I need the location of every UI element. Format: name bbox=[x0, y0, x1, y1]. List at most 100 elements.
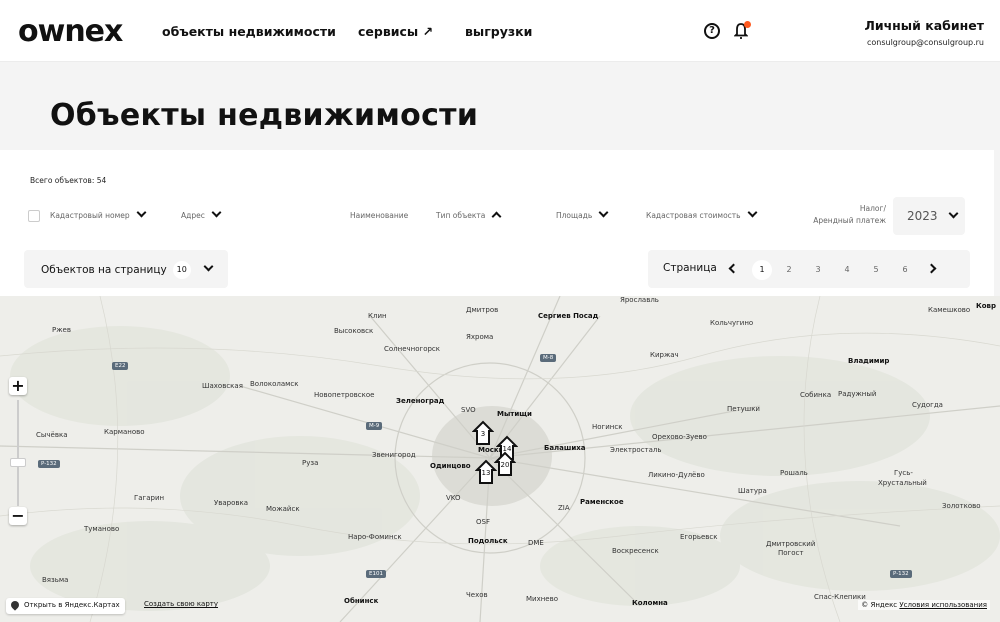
page-label: Страница bbox=[663, 262, 717, 274]
terms-link[interactable]: Условия использования bbox=[899, 601, 987, 609]
nav-services[interactable]: сервисы ↗ bbox=[358, 24, 433, 39]
page-4[interactable]: 4 bbox=[837, 260, 857, 280]
zoom-in-button[interactable]: + bbox=[9, 377, 27, 395]
chevron-down-icon bbox=[948, 208, 958, 219]
city-label: Судогда bbox=[912, 401, 943, 409]
select-all-checkbox[interactable] bbox=[28, 210, 40, 222]
city-label: Кармановo bbox=[104, 428, 145, 436]
account-email: consulgroup@consulgroup.ru bbox=[866, 38, 984, 47]
filter-name[interactable]: Наименование bbox=[350, 211, 408, 220]
city-label: Сычёвка bbox=[36, 431, 68, 439]
city-label: Туманово bbox=[84, 525, 120, 533]
page-6[interactable]: 6 bbox=[895, 260, 915, 280]
logo[interactable]: ownex bbox=[18, 14, 123, 49]
city-label: Клин bbox=[368, 312, 387, 320]
year-select[interactable]: 2023 bbox=[893, 197, 965, 235]
header: ownex объекты недвижимости сервисы ↗ выг… bbox=[0, 0, 1000, 62]
filter-cadastral-value[interactable]: Кадастровая стоимость bbox=[646, 207, 758, 220]
page-5[interactable]: 5 bbox=[866, 260, 886, 280]
nav-real-estate[interactable]: объекты недвижимости bbox=[162, 24, 336, 39]
city-label: Гусь- bbox=[894, 469, 913, 477]
road-badge: E22 bbox=[112, 362, 129, 370]
city-label: DME bbox=[528, 539, 544, 547]
city-label: Ковр bbox=[976, 302, 996, 310]
city-label: Гагарин bbox=[134, 494, 165, 502]
city-label: Шатура bbox=[738, 487, 767, 495]
nav-exports[interactable]: выгрузки bbox=[465, 24, 532, 39]
city-label: Звенигород bbox=[372, 451, 416, 459]
road-badge: M-8 bbox=[540, 354, 557, 362]
city-label: Электросталь bbox=[610, 446, 662, 454]
city-label: Петушки bbox=[727, 405, 760, 413]
city-label: Золотково bbox=[942, 502, 981, 510]
city-label: Одинцово bbox=[430, 462, 471, 470]
city-label: Чехов bbox=[466, 591, 488, 599]
city-label: Вязьма bbox=[42, 576, 69, 584]
page-2[interactable]: 2 bbox=[779, 260, 799, 280]
zoom-slider-handle[interactable] bbox=[10, 458, 26, 467]
map-attribution: © Яндекс Условия использования bbox=[858, 600, 990, 610]
city-label: Зеленоград bbox=[396, 397, 445, 405]
city-label: Кольчугино bbox=[710, 319, 754, 327]
city-label: Подольск bbox=[468, 537, 508, 545]
open-in-yandex-button[interactable]: Открыть в Яндекс.Картах bbox=[6, 598, 125, 614]
total-objects: Всего объектов: 54 bbox=[30, 176, 107, 185]
filter-area[interactable]: Площадь bbox=[556, 207, 609, 220]
city-label: Погост bbox=[778, 549, 804, 557]
filter-address[interactable]: Адрес bbox=[181, 207, 222, 220]
city-label: OSF bbox=[476, 518, 490, 526]
city-label: Уваровка bbox=[214, 499, 249, 507]
city-label: Коломна bbox=[632, 599, 668, 607]
map-marker[interactable]: 20 bbox=[493, 451, 517, 477]
city-label: Ржев bbox=[52, 326, 71, 334]
city-label: Обнинск bbox=[344, 597, 379, 605]
city-label: Балашиха bbox=[544, 444, 586, 452]
city-label: Орехово-Зуево bbox=[652, 433, 707, 441]
city-label: Раменское bbox=[580, 498, 624, 506]
city-label: Ликино-Дулёво bbox=[648, 471, 705, 479]
city-label: Мытищи bbox=[497, 410, 532, 418]
map-pin-icon bbox=[9, 599, 21, 611]
road-badge: P-132 bbox=[890, 570, 912, 578]
filter-object-type[interactable]: Тип объекта bbox=[436, 211, 502, 222]
filter-tax[interactable]: Налог/Арендный платеж bbox=[806, 203, 886, 227]
city-label: Радужный bbox=[838, 390, 877, 398]
city-label: Егорьевск bbox=[680, 533, 718, 541]
chevron-down-icon bbox=[203, 261, 214, 272]
per-page-select[interactable]: Объектов на страницу 10 bbox=[24, 250, 228, 288]
notification-dot bbox=[744, 21, 751, 28]
city-label: Дмитров bbox=[466, 306, 499, 314]
city-label: Можайск bbox=[266, 505, 300, 513]
city-label: Рошаль bbox=[780, 469, 808, 477]
page-3[interactable]: 3 bbox=[808, 260, 828, 280]
road-badge: P-132 bbox=[38, 460, 60, 468]
help-icon[interactable]: ? bbox=[704, 23, 720, 39]
city-label: Ногинск bbox=[592, 423, 623, 431]
city-label: Собинка bbox=[800, 391, 832, 399]
city-label: Яхрома bbox=[466, 333, 494, 341]
create-map-link[interactable]: Создать свою карту bbox=[144, 600, 218, 608]
page-1[interactable]: 1 bbox=[752, 260, 772, 280]
chevron-up-icon bbox=[491, 211, 502, 222]
prev-page-icon[interactable] bbox=[728, 263, 739, 274]
filter-cadastral-number[interactable]: Кадастровый номер bbox=[50, 207, 147, 220]
map-marker[interactable]: 3 bbox=[471, 420, 495, 446]
next-page-icon[interactable] bbox=[926, 263, 937, 274]
zoom-slider-track[interactable] bbox=[17, 400, 19, 506]
city-label: Дмитровский bbox=[766, 540, 816, 548]
city-label: Высоковск bbox=[334, 327, 374, 335]
per-page-value: 10 bbox=[172, 261, 191, 279]
city-label: Руза bbox=[302, 459, 319, 467]
city-label: VKO bbox=[446, 494, 461, 502]
city-label: Волоколамск bbox=[250, 380, 299, 388]
map[interactable]: Ржев Клин Дмитров Сергиев Посад Кольчуги… bbox=[0, 296, 1000, 622]
city-label: Новопетровское bbox=[314, 391, 375, 399]
zoom-out-button[interactable]: − bbox=[9, 507, 27, 525]
city-label: SVO bbox=[461, 406, 476, 414]
account-title[interactable]: Личный кабинет bbox=[864, 18, 984, 33]
pagination: Страница 1 2 3 4 5 6 bbox=[648, 250, 970, 288]
city-label: Наро-Фоминск bbox=[348, 533, 402, 541]
city-label: Камешково bbox=[928, 306, 971, 314]
city-label: Владимир bbox=[848, 357, 890, 365]
city-label: Хрустальный bbox=[878, 479, 927, 487]
